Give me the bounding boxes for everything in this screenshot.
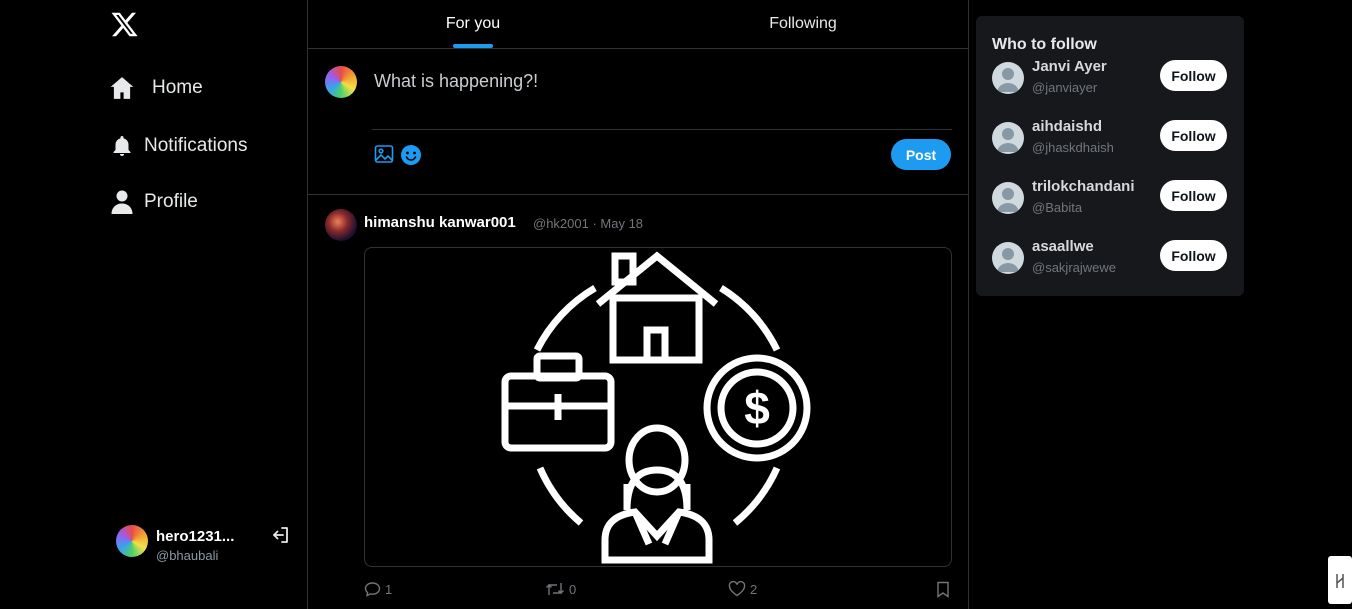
nav-home[interactable]: Home [108, 74, 203, 102]
tab-for-you[interactable]: For you [308, 0, 638, 48]
like-count: 2 [750, 581, 758, 597]
avatar[interactable] [992, 122, 1024, 154]
retweet-button[interactable]: 0 [545, 581, 576, 597]
x-logo-icon[interactable] [110, 10, 139, 39]
avatar[interactable] [992, 62, 1024, 94]
user-handle: @Babita [1032, 200, 1083, 215]
tab-label: Following [769, 15, 837, 32]
follow-button[interactable]: Follow [1160, 60, 1227, 91]
follow-suggestion[interactable]: trilokchandani @Babita Follow [976, 178, 1244, 228]
user-handle: @janviayer [1032, 80, 1098, 95]
bookmark-icon[interactable] [936, 581, 950, 598]
who-to-follow-panel: Who to follow Janvi Ayer @janviayer Foll… [976, 16, 1244, 296]
nav-profile[interactable]: Profile [108, 188, 198, 216]
left-sidebar: Home Notifications Profile hero1231... @… [0, 0, 307, 609]
avatar[interactable] [992, 242, 1024, 274]
home-icon [108, 74, 136, 102]
follow-button[interactable]: Follow [1160, 180, 1227, 211]
user-name[interactable]: Janvi Ayer [1032, 58, 1107, 75]
account-handle: @bhaubali [156, 548, 219, 563]
user-handle: @jhaskdhaish [1032, 140, 1114, 155]
career-finance-icon: $ [501, 251, 811, 564]
follow-button[interactable]: Follow [1160, 240, 1227, 271]
reply-button[interactable]: 1 [364, 581, 392, 597]
nav-notifications[interactable]: Notifications [108, 132, 248, 160]
panel-title: Who to follow [992, 36, 1097, 53]
post-button[interactable]: Post [891, 139, 951, 170]
nav-label: Profile [144, 191, 198, 212]
avatar[interactable] [992, 182, 1024, 214]
follow-suggestion[interactable]: aihdaishd @jhaskdhaish Follow [976, 118, 1244, 168]
bell-icon [108, 132, 136, 160]
tweet-composer: Post [308, 49, 968, 195]
user-name[interactable]: asaallwe [1032, 238, 1094, 255]
retweet-count: 0 [569, 581, 577, 597]
floating-widget-icon[interactable] [1328, 556, 1352, 604]
tweet-author[interactable]: himanshu kanwar001 [364, 214, 516, 231]
timeline: For you Following Post himanshu kanwar00… [307, 0, 969, 609]
account-switcher[interactable]: hero1231... @bhaubali [116, 523, 296, 567]
divider [372, 129, 952, 130]
nav-label: Notifications [144, 135, 248, 156]
avatar[interactable] [325, 209, 357, 241]
user-handle: @sakjrajwewe [1032, 260, 1116, 275]
account-name: hero1231... [156, 528, 235, 545]
follow-button[interactable]: Follow [1160, 120, 1227, 151]
tweet[interactable]: himanshu kanwar001 @hk2001 · May 18 $ 1 … [308, 195, 968, 609]
tab-label: For you [445, 15, 501, 32]
image-icon[interactable] [374, 144, 394, 164]
timeline-tabs: For you Following [308, 0, 968, 49]
follow-suggestion[interactable]: asaallwe @sakjrajwewe Follow [976, 238, 1244, 288]
reply-count: 1 [385, 581, 393, 597]
avatar [116, 525, 148, 557]
tweet-image[interactable]: $ [364, 247, 952, 567]
user-name[interactable]: aihdaishd [1032, 118, 1102, 135]
follow-suggestion[interactable]: Janvi Ayer @janviayer Follow [976, 58, 1244, 108]
active-tab-indicator [453, 44, 493, 48]
compose-input[interactable] [372, 65, 936, 97]
tab-following[interactable]: Following [638, 0, 968, 48]
user-name[interactable]: trilokchandani [1032, 178, 1135, 195]
tweet-meta: @hk2001 · May 18 [533, 216, 644, 231]
nav-label: Home [152, 77, 203, 98]
emoji-icon[interactable] [400, 144, 422, 166]
avatar [325, 66, 357, 98]
svg-text:$: $ [744, 382, 770, 434]
like-button[interactable]: 2 [728, 581, 757, 597]
user-icon [108, 188, 136, 216]
logout-icon[interactable] [271, 525, 291, 545]
